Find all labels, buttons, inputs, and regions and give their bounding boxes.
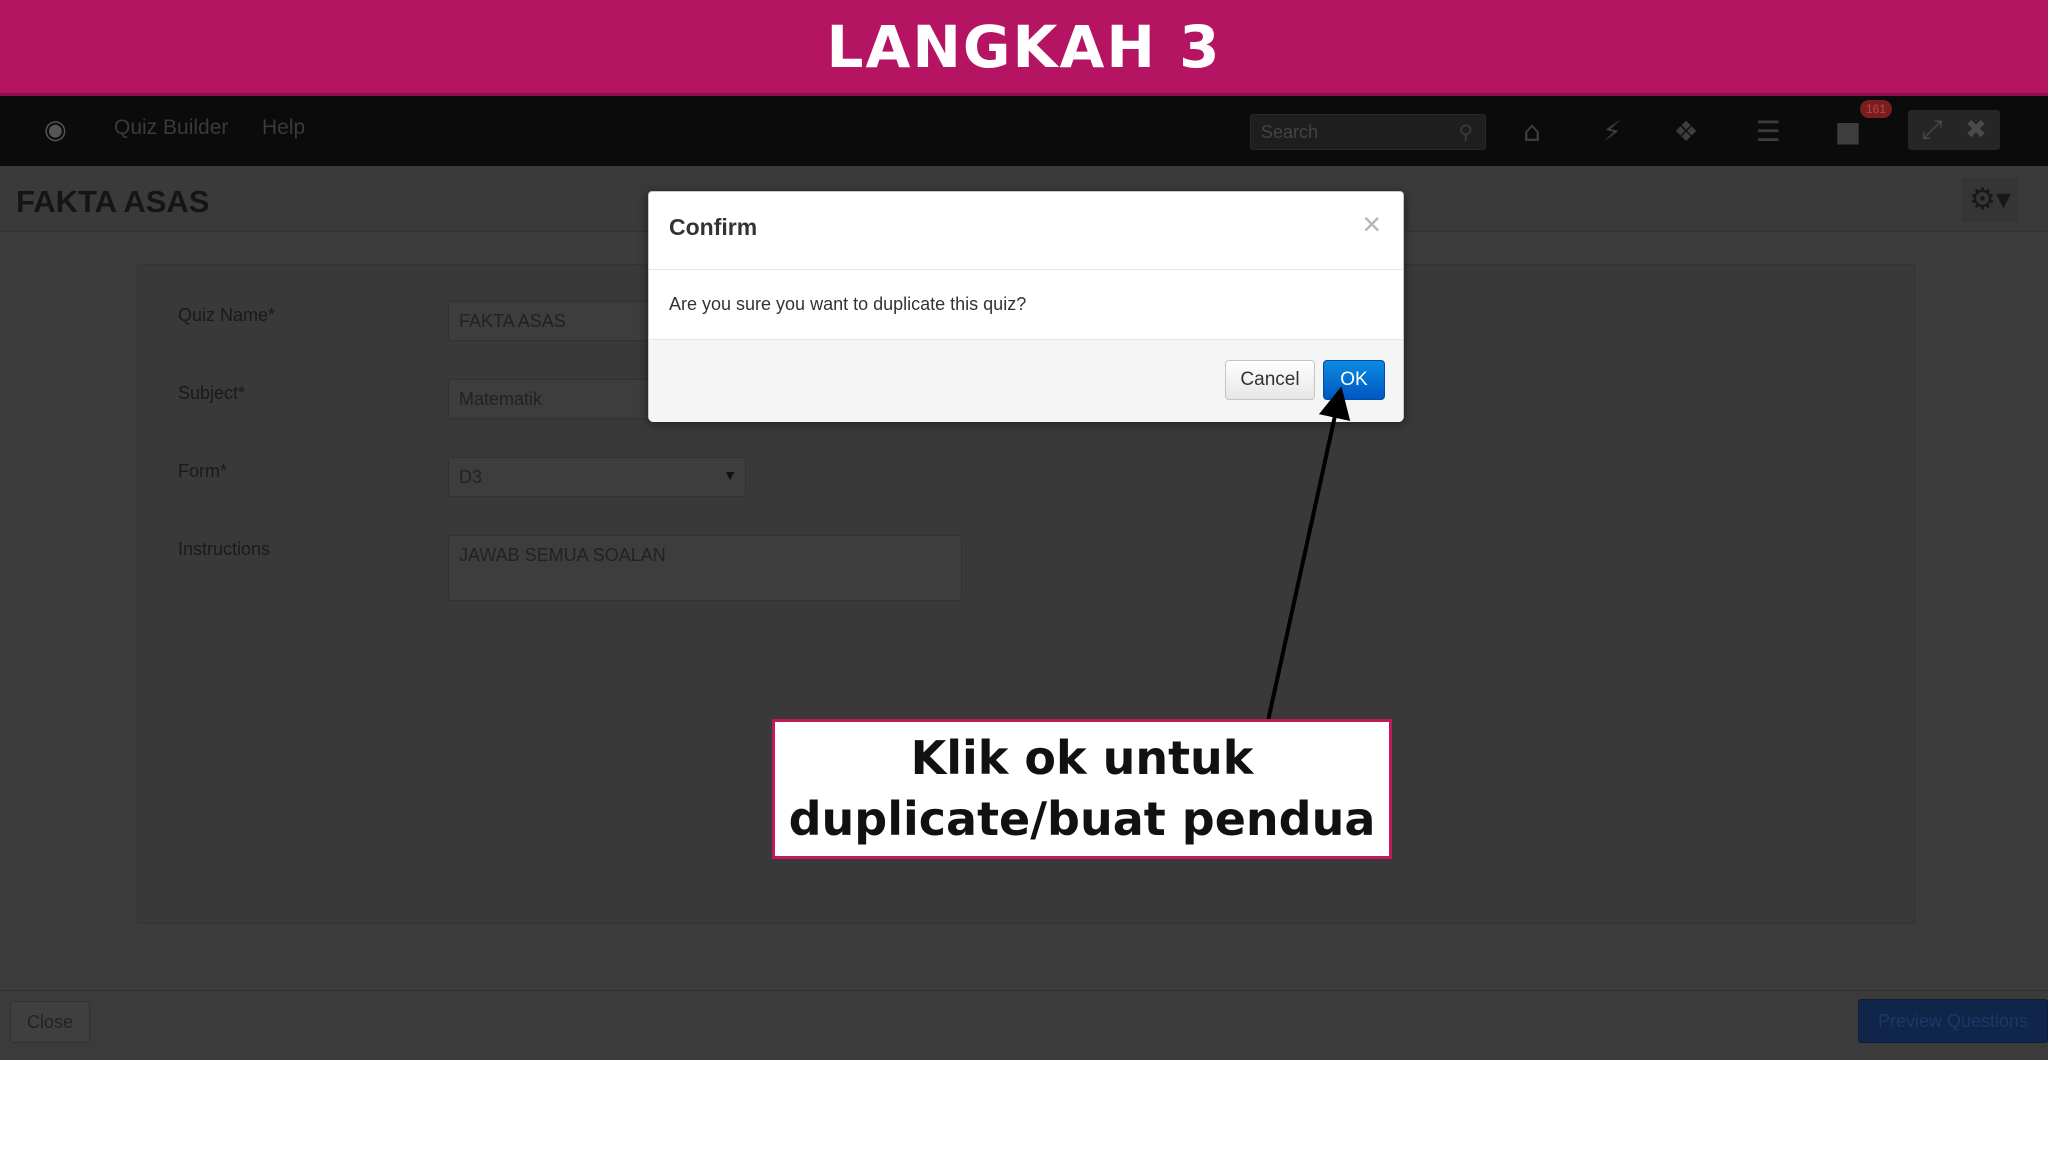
dialog-message: Are you sure you want to duplicate this … xyxy=(669,294,1027,314)
page-title: FAKTA ASAS xyxy=(16,184,210,219)
confirm-dialog: Confirm × Are you sure you want to dupli… xyxy=(648,191,1404,422)
gear-icon[interactable]: ⚙▾ xyxy=(1962,178,2018,222)
form-select-value: D3 xyxy=(459,467,483,487)
slide: LANGKAH 3 ◉ Quiz Builder Help Search ⚲ ⌂… xyxy=(0,0,2048,1152)
puzzle-icon[interactable]: ❖ xyxy=(1666,112,1706,152)
dialog-footer: Cancel OK xyxy=(649,340,1403,422)
banner-title: LANGKAH 3 xyxy=(826,12,1222,81)
close-icon[interactable]: ✖ xyxy=(1956,114,1996,146)
nav-help[interactable]: Help xyxy=(262,116,305,140)
home-icon[interactable]: ⌂ xyxy=(1512,112,1552,152)
quiz-name-label: Quiz Name* xyxy=(178,305,276,325)
sliders-icon[interactable]: ☰ xyxy=(1748,112,1788,152)
subject-label: Subject* xyxy=(178,383,246,403)
close-button[interactable]: Close xyxy=(10,1001,90,1043)
chevron-down-icon: ▼ xyxy=(723,467,737,483)
preview-questions-button[interactable]: Preview Questions xyxy=(1858,999,2048,1043)
chat-icon[interactable]: ■ xyxy=(1828,112,1868,152)
top-navbar: ◉ Quiz Builder Help Search ⚲ ⌂ ⚡ ❖ ☰ ■ 1… xyxy=(0,96,2048,166)
step-banner: LANGKAH 3 xyxy=(0,0,2048,96)
callout-text: Klik ok untuk duplicate/buat pendua xyxy=(788,731,1376,846)
page-footer: Close Preview Questions xyxy=(0,990,2048,1060)
dialog-title: Confirm xyxy=(669,214,758,240)
search-input[interactable]: Search ⚲ xyxy=(1250,114,1486,150)
form-select[interactable]: D3 ▼ xyxy=(448,457,746,497)
search-icon[interactable]: ⚲ xyxy=(1458,120,1473,144)
expand-icon[interactable]: ⤢ xyxy=(1912,114,1952,146)
instruction-callout: Klik ok untuk duplicate/buat pendua xyxy=(772,719,1392,859)
lightning-icon[interactable]: ⚡ xyxy=(1592,112,1632,152)
dialog-body: Are you sure you want to duplicate this … xyxy=(649,270,1403,340)
notification-badge: 161 xyxy=(1860,100,1892,118)
dialog-close-icon[interactable]: × xyxy=(1362,208,1381,240)
cancel-button[interactable]: Cancel xyxy=(1225,360,1315,400)
window-controls: ⤢ ✖ xyxy=(1908,110,2000,150)
form-label: Form* xyxy=(178,461,227,481)
nav-quiz-builder[interactable]: Quiz Builder xyxy=(114,116,228,140)
instructions-label: Instructions xyxy=(178,539,271,559)
ok-button[interactable]: OK xyxy=(1323,360,1385,400)
owl-logo-icon[interactable]: ◉ xyxy=(44,116,78,144)
dialog-header: Confirm × xyxy=(649,192,1403,270)
search-placeholder: Search xyxy=(1261,122,1319,142)
instructions-textarea[interactable]: JAWAB SEMUA SOALAN xyxy=(448,535,962,601)
